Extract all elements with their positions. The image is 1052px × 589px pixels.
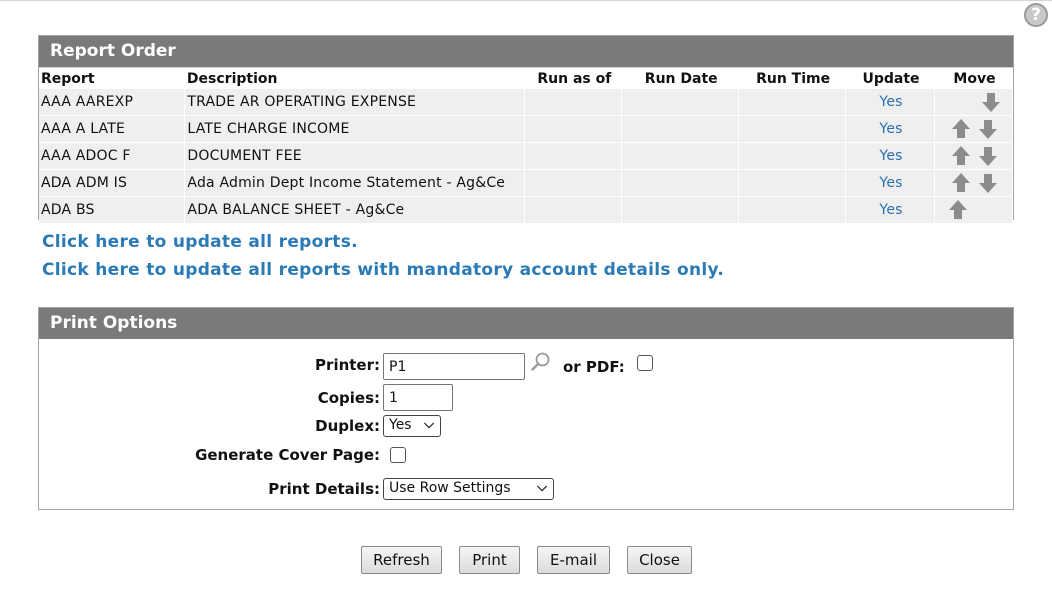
run-time-cell [738,142,847,170]
printer-input[interactable] [383,353,525,380]
pdf-checkbox[interactable] [637,355,653,371]
cover-page-row: Generate Cover Page: [0,446,1052,470]
run-date-cell [621,196,740,224]
cover-page-checkbox[interactable] [390,447,406,463]
report-code: ADA BS [39,196,186,224]
copies-row: Copies: [0,389,1052,413]
run-time-cell [738,169,847,197]
run-date-cell [621,142,740,170]
arrow-down-icon[interactable] [977,172,999,194]
report-order-title: Report Order [39,36,1013,67]
arrow-down-icon[interactable] [980,91,1002,113]
update-link[interactable]: Yes [845,196,935,224]
run-date-cell [621,115,740,143]
close-button[interactable]: Close [627,546,692,574]
run-as-of-cell [524,115,623,143]
print-options-title: Print Options [39,308,1013,339]
duplex-value: Yes [389,417,412,433]
refresh-button[interactable]: Refresh [361,546,442,574]
chevron-down-icon: ⌵ [424,417,434,432]
printer-label: Printer: [315,356,380,374]
run-date-cell [621,169,740,197]
print-details-value: Use Row Settings [389,480,511,496]
run-as-of-cell [524,169,623,197]
search-icon[interactable] [530,351,552,373]
copies-input[interactable] [383,384,453,411]
printer-row: Printer: [0,356,1052,380]
table-row: AAA AAREXP TRADE AR OPERATING EXPENSE Ye… [39,89,1013,116]
move-cell [934,115,1013,143]
empty-arrow-slot [950,91,972,113]
update-link[interactable]: Yes [845,169,935,197]
print-details-label: Print Details: [268,480,380,498]
arrow-up-icon[interactable] [950,118,972,140]
col-report: Report [39,67,185,89]
col-update: Update [845,67,935,89]
move-cell [934,89,1013,116]
empty-arrow-slot [977,199,999,221]
update-link[interactable]: Yes [845,89,935,116]
run-time-cell [738,89,847,116]
print-button[interactable]: Print [459,546,520,574]
move-cell [934,169,1013,197]
duplex-select[interactable]: Yes ⌵ [383,415,441,437]
report-description: LATE CHARGE INCOME [184,115,526,143]
duplex-label: Duplex: [315,417,380,435]
report-code: AAA AAREXP [39,89,186,116]
report-description: TRADE AR OPERATING EXPENSE [184,89,526,116]
run-time-cell [738,196,847,224]
table-row: AAA ADOC F DOCUMENT FEE Yes [39,142,1013,170]
run-as-of-cell [524,142,623,170]
col-run-as-of: Run as of [524,67,622,89]
move-cell [934,142,1013,170]
arrow-up-icon[interactable] [950,172,972,194]
duplex-row: Duplex: [0,417,1052,441]
email-button[interactable]: E-mail [537,546,610,574]
update-mandatory-reports-link[interactable]: Click here to update all reports with ma… [42,260,724,280]
run-date-cell [621,89,740,116]
update-all-reports-link[interactable]: Click here to update all reports. [42,232,358,252]
report-code: AAA A LATE [39,115,186,143]
report-description: Ada Admin Dept Income Statement - Ag&Ce [184,169,526,197]
copies-label: Copies: [317,389,380,407]
top-border [0,0,1052,1]
print-details-select[interactable]: Use Row Settings ⌵ [383,478,554,500]
move-cell [934,196,1013,224]
col-description: Description [184,67,525,89]
col-run-time: Run Time [738,67,846,89]
update-link[interactable]: Yes [845,115,935,143]
report-table-header: Report Description Run as of Run Date Ru… [39,67,1013,89]
update-link[interactable]: Yes [845,142,935,170]
col-run-date: Run Date [621,67,739,89]
arrow-down-icon[interactable] [977,145,999,167]
report-code: ADA ADM IS [39,169,186,197]
report-code: AAA ADOC F [39,142,186,170]
report-order-panel: Report Order Report Description Run as o… [38,35,1014,224]
report-table: Report Description Run as of Run Date Ru… [39,67,1013,224]
run-as-of-cell [524,89,623,116]
report-description: ADA BALANCE SHEET - Ag&Ce [184,196,526,224]
col-move: Move [934,67,1013,89]
pdf-label: or PDF: [563,358,625,376]
cover-page-label: Generate Cover Page: [195,446,380,464]
run-as-of-cell [524,196,623,224]
table-row: ADA ADM IS Ada Admin Dept Income Stateme… [39,169,1013,197]
table-row: AAA A LATE LATE CHARGE INCOME Yes [39,115,1013,143]
run-time-cell [738,115,847,143]
table-row: ADA BS ADA BALANCE SHEET - Ag&Ce Yes [39,196,1013,224]
help-icon[interactable]: ? [1024,3,1048,27]
arrow-up-icon[interactable] [950,145,972,167]
arrow-down-icon[interactable] [977,118,999,140]
report-description: DOCUMENT FEE [184,142,526,170]
arrow-up-icon[interactable] [947,199,969,221]
chevron-down-icon: ⌵ [537,480,547,495]
